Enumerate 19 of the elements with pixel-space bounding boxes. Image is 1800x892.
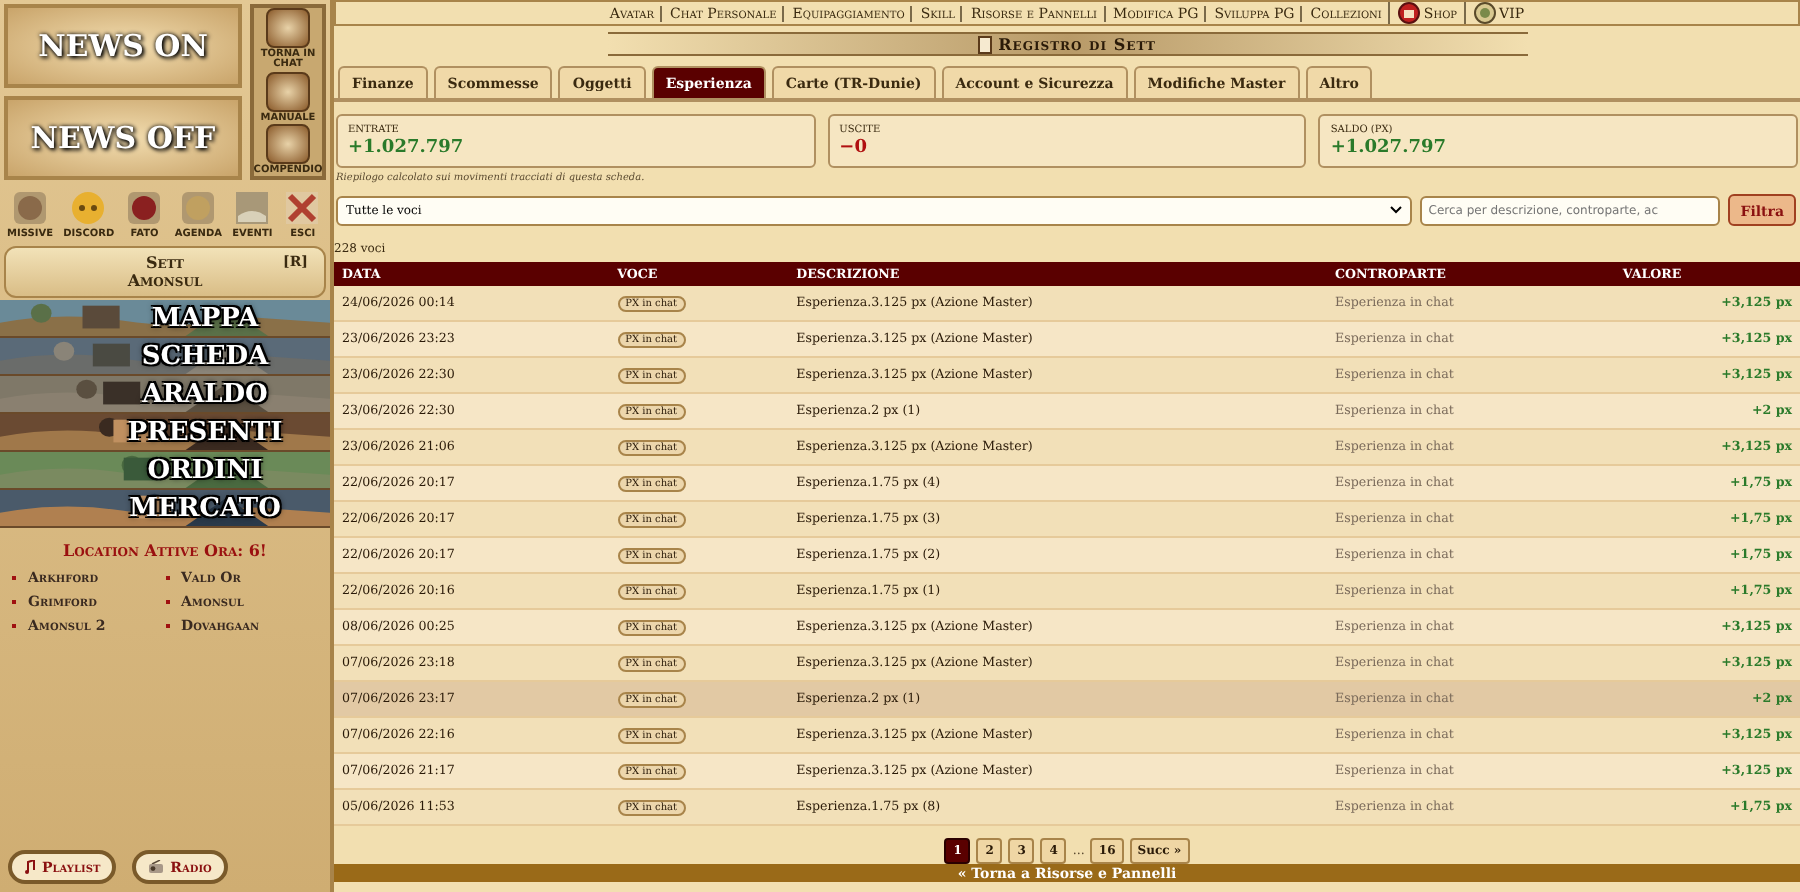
summary-value: +1.027.797 bbox=[1330, 138, 1448, 158]
scroll-icon bbox=[978, 35, 993, 53]
radio-icon bbox=[148, 860, 165, 874]
character-name: Sett Amonsul bbox=[127, 254, 203, 290]
caret-icon bbox=[1390, 206, 1403, 214]
page-title: Registro di Sett bbox=[998, 34, 1156, 54]
nav-button[interactable]: MAPPA bbox=[0, 300, 330, 338]
locations-title: Location Attive Ora: 6! bbox=[61, 540, 269, 560]
nav-button[interactable]: ORDINI bbox=[0, 452, 330, 490]
close-icon bbox=[282, 188, 323, 228]
nav-button[interactable]: PRESENTI bbox=[0, 414, 330, 452]
vip-icon bbox=[1473, 2, 1496, 24]
shop-icon bbox=[1397, 2, 1420, 24]
summary-value: +1.027.797 bbox=[348, 138, 466, 158]
music-note-icon bbox=[24, 860, 36, 874]
nav-button[interactable]: SCHEDA bbox=[0, 338, 330, 376]
smiley-icon bbox=[68, 188, 109, 228]
nav-button[interactable]: ARALDO bbox=[0, 376, 330, 414]
summary-value: −0 bbox=[839, 138, 869, 158]
